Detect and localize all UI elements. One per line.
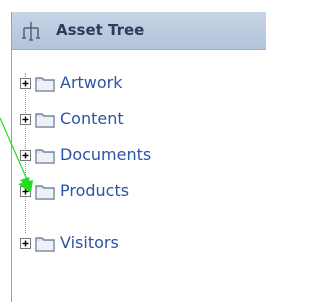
folder-icon xyxy=(35,113,55,128)
plus-expander-icon[interactable] xyxy=(20,238,31,249)
tree-item-label[interactable]: Documents xyxy=(60,145,151,164)
panel-title: Asset Tree xyxy=(56,21,145,39)
tree-structure-icon xyxy=(22,22,40,41)
plus-expander-icon[interactable] xyxy=(20,186,31,197)
plus-expander-icon[interactable] xyxy=(20,150,31,161)
plus-expander-icon[interactable] xyxy=(20,78,31,89)
tree-item-label[interactable]: Products xyxy=(60,181,129,200)
tree-item-label[interactable]: Artwork xyxy=(60,73,123,92)
tree-item-label[interactable]: Visitors xyxy=(60,233,119,252)
folder-icon xyxy=(35,77,55,92)
folder-icon xyxy=(35,237,55,252)
folder-icon xyxy=(35,185,55,200)
tree-item-label[interactable]: Content xyxy=(60,109,124,128)
folder-icon xyxy=(35,149,55,164)
asset-tree-header: Asset Tree xyxy=(12,12,266,50)
plus-expander-icon[interactable] xyxy=(20,114,31,125)
